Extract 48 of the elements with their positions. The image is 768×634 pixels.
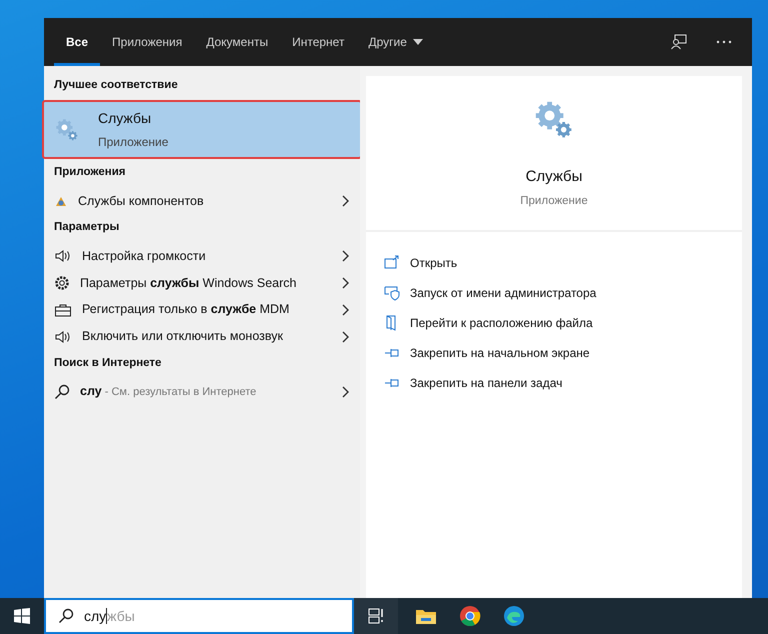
- tab[interactable]: Другие: [356, 18, 435, 66]
- chevron-icon: [340, 249, 350, 264]
- section-heading: Лучшее соответствие: [53, 78, 179, 93]
- tab[interactable]: Документы: [194, 18, 280, 66]
- best-match-item[interactable]: Службы Приложение: [42, 100, 362, 160]
- open-icon: [384, 254, 400, 271]
- tab[interactable]: Все: [54, 18, 100, 66]
- action-link[interactable]: Закрепить на панели задач: [366, 368, 742, 398]
- task-view-icon: [367, 607, 385, 625]
- result-item[interactable]: Включить или отключить монозвук: [44, 323, 360, 350]
- shield-icon: [384, 284, 400, 301]
- more-icon: [716, 40, 732, 44]
- feedback-icon: [670, 33, 688, 51]
- result-title: Службы: [98, 109, 152, 128]
- result-item[interactable]: Службы компонентов: [44, 188, 360, 214]
- windows-icon: [14, 608, 30, 624]
- result-item[interactable]: Параметры службы Windows Search: [44, 270, 360, 296]
- app-title: Службы: [526, 167, 582, 187]
- task-view-button[interactable]: [354, 598, 398, 634]
- chevron-icon: [340, 194, 350, 208]
- action-link[interactable]: Запуск от имени администратора: [366, 278, 742, 308]
- result-subtitle: Приложение: [98, 134, 168, 152]
- action-link[interactable]: Открыть: [366, 248, 742, 278]
- gears-icon: [54, 116, 80, 143]
- chevron-icon: [340, 302, 350, 317]
- action-link[interactable]: Закрепить на начальном экране: [366, 338, 742, 368]
- chevron-icon: [340, 384, 350, 399]
- tab[interactable]: Приложения: [100, 18, 194, 66]
- search-icon: [58, 608, 74, 624]
- settings-icon: [54, 274, 70, 291]
- wave-icon: [503, 605, 525, 627]
- app-type: Приложение: [520, 194, 588, 208]
- section-heading: Поиск в Интернете: [53, 356, 162, 372]
- chevron-icon: [340, 276, 350, 290]
- chevron-icon: [340, 330, 350, 344]
- tab[interactable]: Интернет: [280, 18, 356, 66]
- section-heading: Приложения: [53, 165, 127, 180]
- result-item[interactable]: слу - См. результаты в Интернете: [44, 378, 360, 405]
- volume-icon: [54, 249, 72, 264]
- search-icon: [54, 384, 70, 400]
- action-link[interactable]: Перейти к расположению файла: [366, 308, 742, 338]
- result-item[interactable]: Настройка громкости: [44, 242, 360, 270]
- briefcase-icon: [54, 302, 72, 317]
- search-field[interactable]: службы: [44, 598, 354, 634]
- volume-icon: [54, 330, 72, 344]
- result-item[interactable]: Регистрация только в службе MDM: [44, 296, 360, 324]
- section-heading: Параметры: [53, 220, 120, 236]
- browser-icon: [459, 605, 481, 627]
